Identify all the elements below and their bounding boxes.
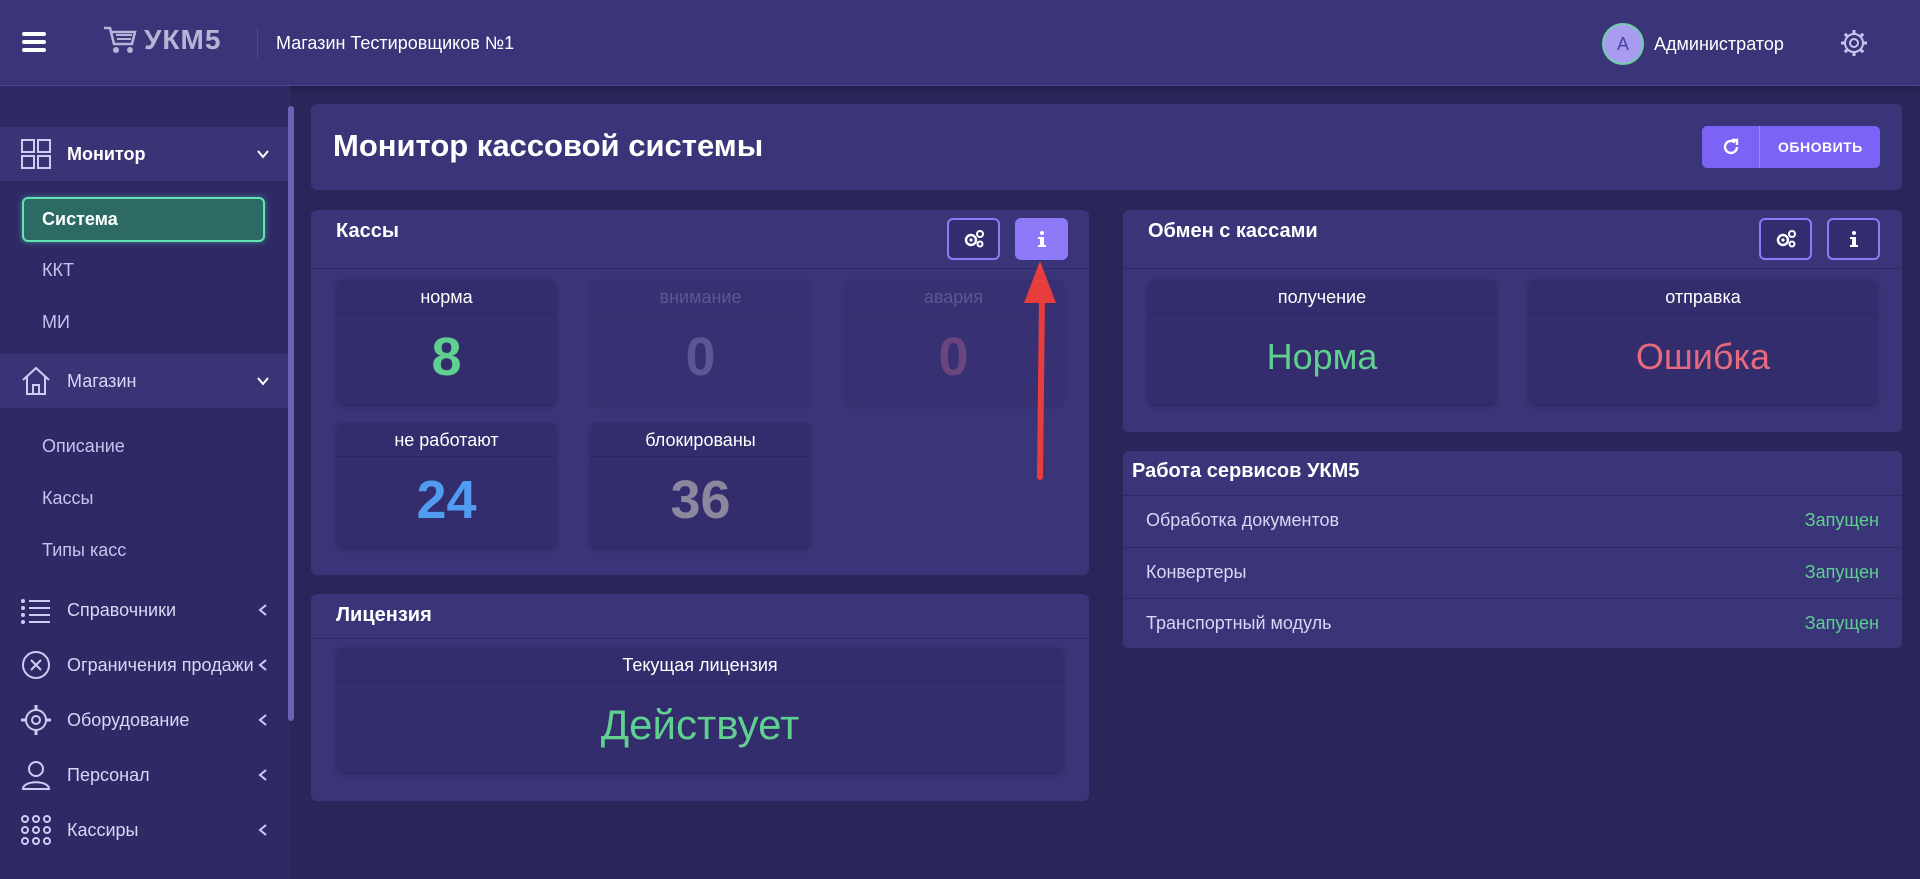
sidebar-item-description[interactable]: Описание: [42, 436, 125, 457]
dashboard-icon: [21, 139, 51, 169]
sidebar-item-kassa-types[interactable]: Типы касс: [42, 540, 126, 561]
service-row: Обработка документов Запущен: [1123, 495, 1903, 545]
service-row: Транспортный модуль Запущен: [1123, 598, 1903, 648]
stat-attention: внимание 0: [591, 280, 810, 404]
sidebar-item-label: Монитор: [67, 143, 146, 164]
refresh-label: ОБНОВИТЬ: [1778, 139, 1863, 155]
kassy-info-button[interactable]: [1015, 218, 1068, 260]
stat-value: 36: [670, 470, 731, 530]
user-name[interactable]: Администратор: [1654, 34, 1784, 55]
service-name: Транспортный модуль: [1146, 613, 1332, 633]
service-name: Обработка документов: [1146, 510, 1340, 530]
service-status: Запущен: [1804, 613, 1879, 633]
divider: [311, 268, 1089, 269]
exchange-title: Обмен с кассами: [1148, 220, 1318, 242]
avatar[interactable]: A: [1602, 23, 1644, 65]
sidebar-item-monitor[interactable]: Монитор: [0, 137, 288, 171]
sidebar-item-system[interactable]: Система: [22, 197, 265, 242]
sidebar-item-personnel[interactable]: Персонал: [0, 758, 288, 792]
info-icon: [1037, 231, 1046, 247]
services-title: Работа сервисов УКМ5: [1132, 460, 1360, 482]
divider: [1123, 268, 1902, 269]
home-icon: [22, 366, 50, 395]
page-title: Монитор кассовой системы: [333, 128, 764, 163]
exchange-info-button[interactable]: [1827, 218, 1880, 260]
exchange-receive: получение Норма: [1148, 280, 1496, 404]
logo[interactable]: УКМ5: [102, 24, 221, 56]
stat-label: блокированы: [591, 423, 810, 457]
sidebar-item-label: Ограничения продажи: [67, 654, 254, 675]
send-status: Ошибка: [1635, 336, 1771, 377]
service-row: Конвертеры Запущен: [1123, 547, 1903, 597]
stat-blocked: блокированы 36: [591, 423, 810, 547]
annotation-arrow-icon: [1024, 261, 1056, 480]
sidebar-scrollbar[interactable]: [288, 106, 294, 721]
receive-label: получение: [1148, 280, 1496, 314]
chevron-down-icon: [257, 150, 269, 159]
sidebar-item-directories[interactable]: Справочники: [0, 593, 288, 627]
sidebar-item-label: Кассиры: [67, 819, 139, 840]
chevron-down-icon: [257, 377, 269, 386]
settings-gears-icon: [964, 230, 984, 248]
kassy-title: Кассы: [336, 220, 399, 242]
sidebar-item-mi[interactable]: МИ: [42, 312, 70, 333]
grid-dots-icon: [21, 815, 51, 845]
service-status: Запущен: [1804, 562, 1879, 582]
license-status: Действует: [600, 701, 800, 748]
divider: [311, 638, 1089, 639]
exchange-settings-button[interactable]: [1759, 218, 1812, 260]
sidebar-item-kassy[interactable]: Кассы: [42, 488, 93, 509]
stat-label: норма: [337, 280, 556, 314]
exchange-send: отправка Ошибка: [1529, 280, 1877, 404]
service-status: Запущен: [1804, 510, 1879, 530]
gear-icon[interactable]: [1840, 29, 1868, 57]
stat-value: 24: [416, 470, 477, 530]
sidebar-item-label: Справочники: [67, 599, 177, 620]
stat-label: не работают: [337, 423, 556, 457]
stat-value: 8: [431, 327, 462, 387]
chevron-left-icon: [258, 659, 267, 671]
cancel-circle-icon: [22, 651, 50, 679]
kassy-settings-button[interactable]: [947, 218, 1000, 260]
sidebar-item-sale-restrictions[interactable]: Ограничения продажи: [0, 648, 288, 682]
sidebar-item-store[interactable]: Магазин: [0, 364, 288, 398]
list-icon: [21, 599, 50, 624]
stat-value: 0: [685, 327, 716, 387]
sidebar-item-kkt[interactable]: ККТ: [42, 260, 74, 281]
sidebar-item-cashiers[interactable]: Кассиры: [0, 813, 288, 847]
chevron-left-icon: [258, 604, 267, 616]
sidebar-item-label: Оборудование: [67, 709, 190, 730]
stat-norma: норма 8: [337, 280, 556, 404]
refresh-icon: [1723, 138, 1738, 155]
stat-not-working: не работают 24: [337, 423, 556, 547]
service-name: Конвертеры: [1146, 562, 1247, 582]
chevron-left-icon: [258, 714, 267, 726]
cart-icon: [104, 26, 137, 53]
info-icon: [1849, 231, 1858, 247]
chevron-left-icon: [258, 824, 267, 836]
license-title: Лицензия: [336, 604, 432, 626]
license-current-label: Текущая лицензия: [337, 648, 1063, 682]
store-name[interactable]: Магазин Тестировщиков №1: [257, 28, 514, 58]
chevron-left-icon: [258, 769, 267, 781]
sidebar-item-equipment[interactable]: Оборудование: [0, 703, 288, 737]
menu-icon[interactable]: [22, 32, 46, 52]
sidebar-item-label: Магазин: [67, 370, 137, 391]
receive-status: Норма: [1266, 336, 1378, 377]
stat-label: внимание: [591, 280, 810, 314]
sidebar-item-label: Персонал: [67, 764, 150, 785]
user-icon: [21, 761, 51, 790]
user-menu[interactable]: A Администратор: [1602, 23, 1784, 65]
refresh-button[interactable]: ОБНОВИТЬ: [1702, 126, 1880, 168]
gear-icon: [21, 705, 51, 735]
settings-gears-icon: [1776, 230, 1796, 248]
top-bar: УКМ5 Магазин Тестировщиков №1 A Админист…: [0, 0, 1920, 86]
app-name: УКМ5: [144, 24, 222, 55]
license-status-box: Текущая лицензия Действует: [337, 648, 1063, 772]
send-label: отправка: [1529, 280, 1877, 314]
